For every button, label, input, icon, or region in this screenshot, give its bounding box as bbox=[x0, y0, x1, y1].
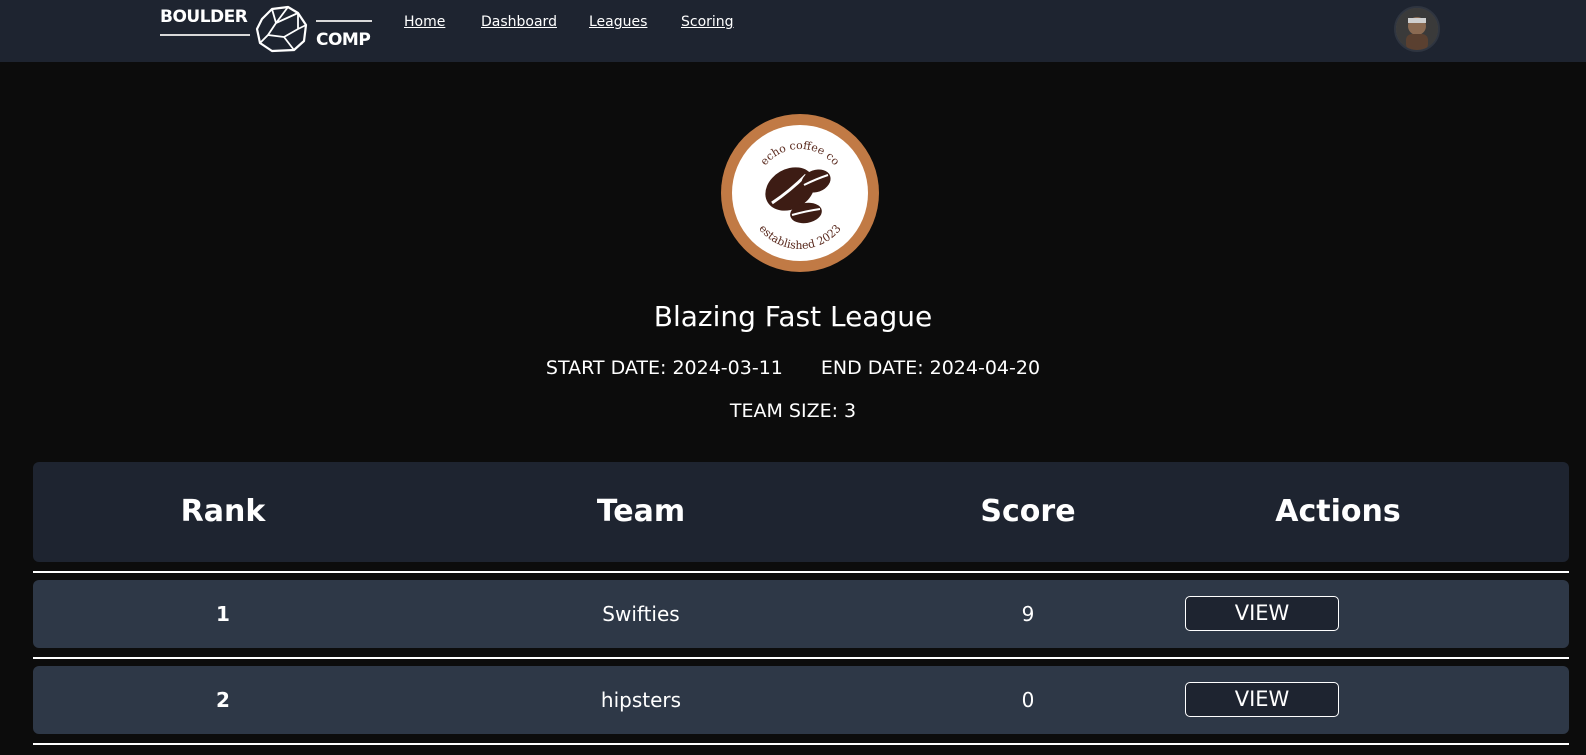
league-dates: START DATE: 2024-03-11 END DATE: 2024-04-… bbox=[0, 357, 1586, 379]
header-score: Score bbox=[980, 494, 1076, 529]
table-row: 1 Swifties 9 VIEW bbox=[33, 580, 1569, 648]
header-actions: Actions bbox=[1275, 494, 1401, 529]
nav-leagues-link[interactable]: Leagues bbox=[589, 14, 647, 30]
league-title: Blazing Fast League bbox=[653, 300, 933, 333]
table-header: Rank Team Score Actions bbox=[33, 462, 1569, 562]
end-date: END DATE: 2024-04-20 bbox=[820, 357, 1041, 379]
row-rank: 1 bbox=[216, 602, 230, 626]
table-row: 2 hipsters 0 VIEW bbox=[33, 666, 1569, 734]
table-divider bbox=[33, 571, 1569, 573]
league-logo: echo coffee co established 2023 bbox=[721, 114, 879, 272]
brand-logo[interactable]: BOULDER COMP bbox=[160, 5, 372, 53]
header-team: Team bbox=[596, 494, 686, 529]
row-score: 0 bbox=[1021, 688, 1035, 712]
boulder-icon bbox=[255, 5, 308, 53]
team-size: TEAM SIZE: 3 bbox=[729, 400, 857, 422]
brand-word-comp: COMP bbox=[316, 30, 371, 50]
user-avatar[interactable] bbox=[1394, 6, 1440, 52]
logo-divider-left bbox=[160, 34, 250, 36]
table-divider bbox=[33, 657, 1569, 659]
header-rank: Rank bbox=[180, 494, 266, 529]
view-team-button[interactable]: VIEW bbox=[1185, 596, 1339, 631]
row-score: 9 bbox=[1021, 602, 1035, 626]
table-divider bbox=[33, 743, 1569, 745]
view-team-button[interactable]: VIEW bbox=[1185, 682, 1339, 717]
brand-word-boulder: BOULDER bbox=[160, 7, 248, 27]
standings-table: Rank Team Score Actions 1 Swifties 9 VIE… bbox=[33, 462, 1569, 745]
row-team: hipsters bbox=[600, 688, 682, 712]
nav-dashboard-link[interactable]: Dashboard bbox=[481, 14, 557, 30]
start-date: START DATE: 2024-03-11 bbox=[545, 357, 783, 379]
row-team: Swifties bbox=[602, 602, 680, 626]
nav-scoring-link[interactable]: Scoring bbox=[681, 14, 734, 30]
logo-divider-right bbox=[316, 20, 372, 22]
top-navbar: BOULDER COMP Home Dashboard Leagues Scor… bbox=[0, 0, 1586, 62]
nav-home-link[interactable]: Home bbox=[404, 14, 445, 30]
row-rank: 2 bbox=[216, 688, 230, 712]
avatar-image bbox=[1396, 8, 1438, 50]
